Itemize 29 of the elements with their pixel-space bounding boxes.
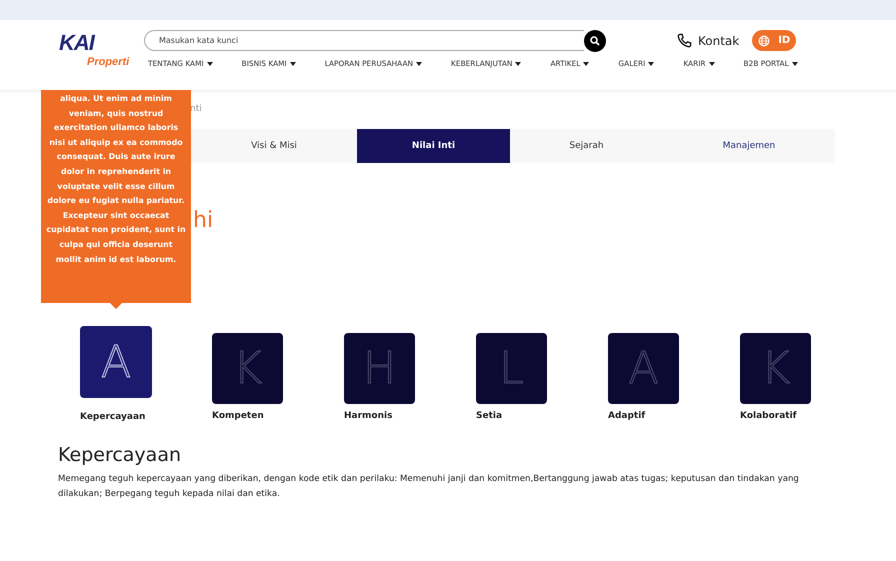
section-heading: hi xyxy=(193,208,214,233)
tab[interactable]: Nilai Inti xyxy=(357,129,510,163)
value-label: Setia xyxy=(476,411,502,421)
globe-icon xyxy=(758,34,770,48)
caret-icon xyxy=(416,62,422,66)
tab[interactable]: Visi & Misi xyxy=(191,129,357,163)
value-label: Kepercayaan xyxy=(80,412,146,422)
value-label: Kolaboratif xyxy=(740,411,797,421)
caret-icon xyxy=(708,62,715,66)
search-icon[interactable] xyxy=(584,30,606,52)
caret-icon xyxy=(290,62,296,66)
value-label: Adaptif xyxy=(608,411,646,421)
contact-link[interactable]: Kontak xyxy=(677,33,740,48)
caret-icon xyxy=(206,62,213,66)
detail-title: Kepercayaan xyxy=(58,444,182,466)
phone-icon xyxy=(677,33,692,48)
breadcrumb: nti xyxy=(190,104,202,114)
logo[interactable]: KAI Properti xyxy=(59,30,129,68)
value-tile[interactable]: A xyxy=(80,326,152,398)
detail-text: Memegang teguh kepercayaan yang diberikan, dengan kode etik dan perilaku: Memenuhi janji dan komitmen,Bertanggung jawab atas tugas; keputusan dan tindakan yang dilakukan; Berpegang teguh kepada nilai dan etika. xyxy=(58,473,800,501)
search-field[interactable]: Masukan kata kunci xyxy=(144,30,584,51)
caret-icon xyxy=(515,62,522,66)
value-label: Harmonis xyxy=(344,411,392,421)
caret-icon xyxy=(792,62,798,66)
value-label: Kompeten xyxy=(212,411,264,421)
tab[interactable]: Manajemen xyxy=(663,129,835,163)
caret-icon xyxy=(583,62,590,66)
caret-icon xyxy=(648,62,654,66)
tab[interactable]: Sejarah xyxy=(510,129,663,163)
